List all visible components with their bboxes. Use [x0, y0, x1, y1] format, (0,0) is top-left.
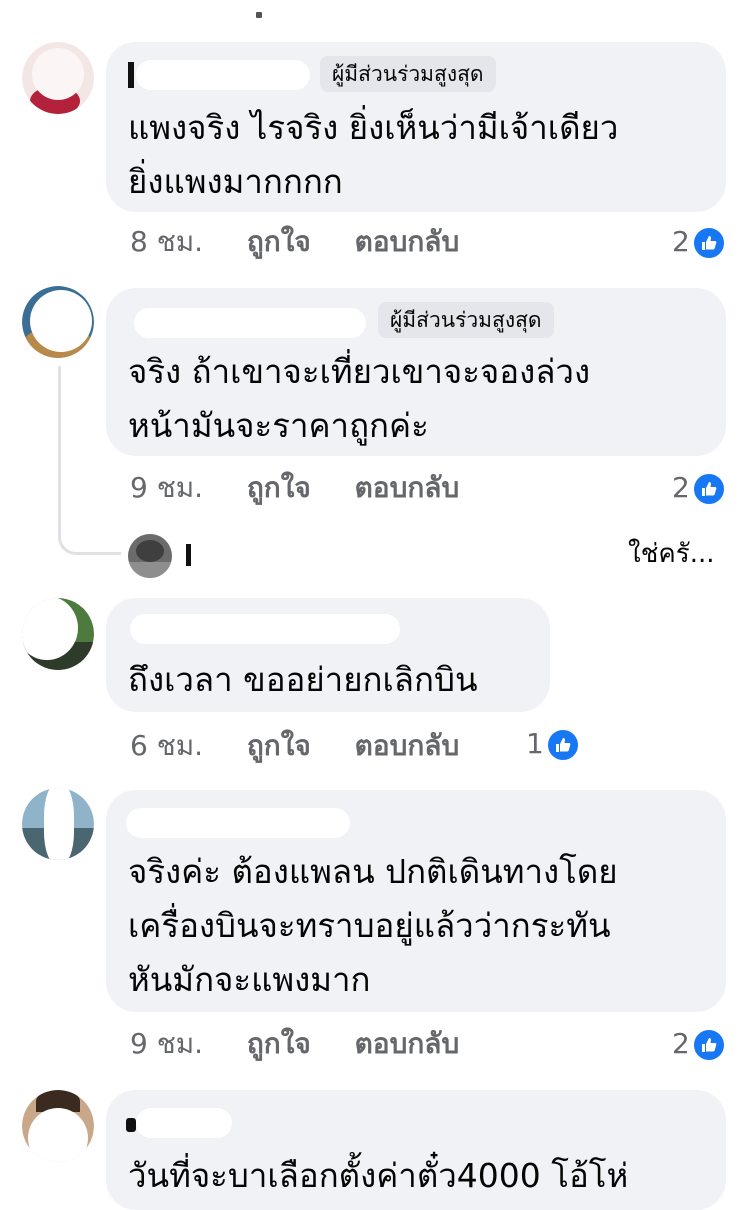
timestamp[interactable]: 6 ชม. — [130, 726, 203, 766]
comment-bubble: ผู้มีส่วนร่วมสูงสุด จริง ถ้าเขาจะเที่ยวเ… — [106, 288, 726, 456]
like-button[interactable]: ถูกใจ — [247, 1024, 311, 1064]
reaction-summary[interactable]: 2 — [672, 1024, 726, 1064]
comment-bubble: ถึงเวลา ขออย่ายกเลิกบิน — [106, 598, 550, 712]
avatar[interactable] — [22, 286, 94, 358]
comment-actions: 8 ชม. ถูกใจ ตอบกลับ — [130, 222, 459, 262]
comment-actions: 9 ชม. ถูกใจ ตอบกลับ — [130, 1024, 459, 1064]
like-icon — [691, 1028, 726, 1062]
comment-text-line: จริง ถ้าเขาจะเที่ยวเขาจะจองล่วง — [128, 352, 591, 391]
like-button[interactable]: ถูกใจ — [247, 222, 311, 262]
top-contributor-badge: ผู้มีส่วนร่วมสูงสุด — [378, 302, 554, 338]
author-name-redacted — [126, 1118, 136, 1132]
comment-text-line: หันมักจะแพงมาก — [128, 960, 371, 999]
comment-actions: 6 ชม. ถูกใจ ตอบกลับ — [130, 726, 459, 766]
like-icon — [545, 728, 580, 762]
comment-text-line: วันที่จะบาเลือกตั้งค่าตั๋ว4000 โอ้โห่ — [128, 1156, 629, 1195]
top-scroll-mark — [256, 12, 262, 18]
reply-button[interactable]: ตอบกลับ — [355, 222, 460, 262]
reply-thread-connector — [58, 516, 121, 555]
comment-text-line: แพงจริง ไรจริง ยิ่งเห็นว่ามีเจ้าเดียว — [128, 108, 619, 147]
reply-thread-line — [58, 366, 61, 516]
timestamp[interactable]: 9 ชม. — [130, 468, 203, 508]
reaction-count: 2 — [672, 225, 690, 258]
reaction-count: 2 — [672, 1027, 690, 1060]
timestamp[interactable]: 8 ชม. — [130, 222, 203, 262]
reaction-summary[interactable]: 1 — [526, 724, 580, 764]
comment-bubble: จริงค่ะ ต้องแพลน ปกติเดินทางโดย เครื่องบ… — [106, 790, 726, 1012]
reply-avatar[interactable] — [128, 534, 172, 578]
timestamp[interactable]: 9 ชม. — [130, 1024, 203, 1064]
author-name-redacted — [134, 308, 366, 338]
reply-button[interactable]: ตอบกลับ — [355, 468, 460, 508]
reply-preview-text: ใช่ครั... — [628, 539, 715, 569]
reaction-count: 2 — [672, 471, 690, 504]
reaction-count: 1 — [526, 727, 544, 760]
author-name-redacted — [126, 808, 350, 838]
reply-button[interactable]: ตอบกลับ — [355, 726, 460, 766]
author-name-redacted — [130, 614, 400, 644]
comment-text-line: ถึงเวลา ขออย่ายกเลิกบิน — [128, 660, 478, 699]
comment-text-line: ยิ่งแพงมากกกก — [128, 162, 343, 201]
reaction-summary[interactable]: 2 — [672, 222, 726, 262]
comment-actions: 9 ชม. ถูกใจ ตอบกลับ — [130, 468, 459, 508]
reaction-summary[interactable]: 2 — [672, 468, 726, 508]
reply-button[interactable]: ตอบกลับ — [355, 1024, 460, 1064]
avatar[interactable] — [22, 598, 94, 670]
avatar[interactable] — [22, 1090, 94, 1162]
comment-bubble: ผู้มีส่วนร่วมสูงสุด แพงจริง ไรจริง ยิ่งเ… — [106, 42, 726, 212]
author-name-redacted — [128, 62, 134, 88]
comment-bubble: วันที่จะบาเลือกตั้งค่าตั๋ว4000 โอ้โห่ — [106, 1090, 726, 1210]
top-contributor-badge: ผู้มีส่วนร่วมสูงสุด — [320, 56, 496, 92]
like-icon — [691, 226, 726, 260]
author-name-redacted — [136, 60, 310, 90]
reply-author-redacted — [186, 544, 191, 566]
comment-text-line: หน้ามันจะราคาถูกค่ะ — [128, 406, 429, 445]
like-button[interactable]: ถูกใจ — [247, 726, 311, 766]
author-name-redacted — [136, 1108, 232, 1138]
avatar[interactable] — [22, 788, 94, 860]
like-icon — [691, 472, 726, 506]
avatar[interactable] — [22, 42, 94, 114]
comment-text-line: จริงค่ะ ต้องแพลน ปกติเดินทางโดย — [128, 852, 618, 891]
like-button[interactable]: ถูกใจ — [247, 468, 311, 508]
comment-text-line: เครื่องบินจะทราบอยู่แล้วว่ากระทัน — [128, 906, 611, 945]
